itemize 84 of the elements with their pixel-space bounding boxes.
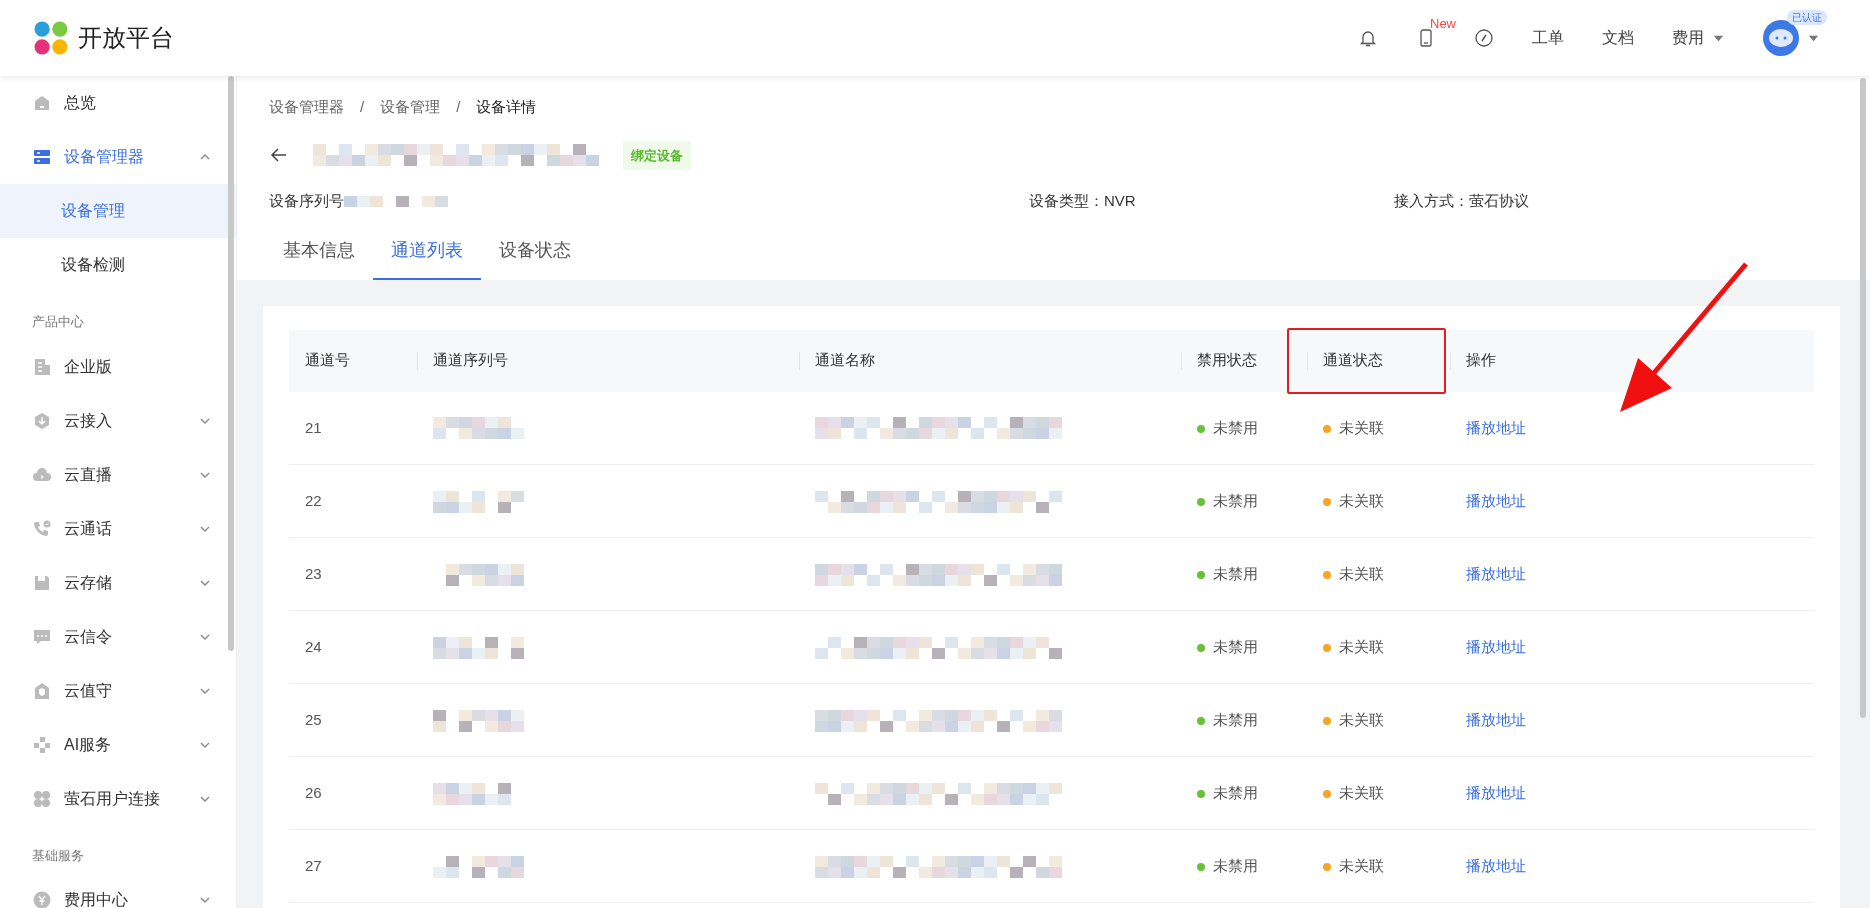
- table-cell: 24: [289, 610, 417, 684]
- sidebar-item[interactable]: 萤石用户连接: [0, 771, 236, 826]
- shield-icon: [32, 680, 52, 701]
- disable-status: 未禁用: [1213, 564, 1258, 582]
- column-header: 通道状态: [1307, 329, 1450, 392]
- breadcrumb-separator: /: [456, 97, 461, 117]
- field-value: NVR: [1104, 191, 1136, 211]
- server-icon: [32, 147, 52, 167]
- breadcrumb-item[interactable]: 设备管理: [380, 96, 441, 119]
- sidebar-item[interactable]: 费用中心: [0, 873, 236, 908]
- table-cell: 23: [289, 537, 417, 611]
- play-url-link[interactable]: 播放地址: [1466, 856, 1526, 874]
- sidebar-item[interactable]: 总览: [0, 76, 236, 130]
- download-icon: [32, 410, 52, 431]
- sidebar-subitem[interactable]: 设备管理: [0, 184, 236, 238]
- channel-status: 未关联: [1339, 418, 1384, 436]
- channel-status: 未关联: [1339, 856, 1384, 874]
- channel-status: 未关联: [1339, 710, 1384, 728]
- column-header: 通道名称: [799, 329, 1181, 392]
- new-label: New: [1430, 15, 1456, 33]
- yen-icon: [32, 890, 52, 908]
- table-cell: 27: [289, 829, 417, 903]
- scrollbar[interactable]: [228, 76, 234, 651]
- verified-badge: 已认证: [1787, 10, 1827, 25]
- avatar-icon[interactable]: [1763, 20, 1799, 56]
- section-label: 产品中心: [31, 313, 85, 331]
- channel-status: 未关联: [1339, 564, 1384, 582]
- blocks-icon: [32, 734, 52, 755]
- status-tag: 绑定设备: [623, 140, 691, 170]
- sidebar-item[interactable]: AI服务: [0, 717, 236, 772]
- clover-icon: [32, 788, 52, 809]
- nav-link[interactable]: 文档: [1602, 26, 1634, 50]
- column-header: 通道序列号: [417, 329, 799, 392]
- bell-icon[interactable]: [1358, 28, 1378, 48]
- sidebar-item[interactable]: 云存储: [0, 555, 236, 610]
- scrollbar[interactable]: [1860, 78, 1866, 718]
- sidebar-item[interactable]: 云接入: [0, 393, 236, 448]
- tab[interactable]: 设备状态: [481, 226, 589, 280]
- channel-status: 未关联: [1339, 491, 1384, 509]
- tab[interactable]: 通道列表: [373, 226, 481, 280]
- disable-status: 未禁用: [1213, 710, 1258, 728]
- play-url-link[interactable]: 播放地址: [1466, 491, 1526, 509]
- table-cell: 22: [289, 464, 417, 538]
- play-url-link[interactable]: 播放地址: [1466, 783, 1526, 801]
- disable-status: 未禁用: [1213, 637, 1258, 655]
- play-url-link[interactable]: 播放地址: [1466, 564, 1526, 582]
- phone-check-icon: [32, 518, 52, 539]
- play-url-link[interactable]: 播放地址: [1466, 637, 1526, 655]
- column-header: 禁用状态: [1181, 329, 1307, 392]
- table-cell: 26: [289, 756, 417, 830]
- tab[interactable]: 基本信息: [265, 226, 373, 280]
- sidebar-item[interactable]: 设备管理器: [0, 130, 236, 184]
- field-value: 萤石协议: [1469, 191, 1529, 211]
- field-label: 设备序列号: [269, 191, 344, 211]
- logo-icon: [32, 19, 70, 57]
- sidebar-subitem[interactable]: 设备检测: [0, 238, 236, 292]
- table-cell: 21: [289, 391, 417, 465]
- building-icon: [32, 356, 52, 377]
- field-label: 接入方式：: [1394, 191, 1469, 211]
- nav-link[interactable]: 费用: [1672, 26, 1725, 50]
- breadcrumb-separator: /: [360, 97, 365, 117]
- disable-status: 未禁用: [1213, 418, 1258, 436]
- sidebar-item[interactable]: 企业版: [0, 339, 236, 394]
- field-label: 设备类型：: [1029, 191, 1104, 211]
- brand-name: 开放平台: [78, 23, 174, 53]
- nav-link[interactable]: 工单: [1532, 26, 1564, 50]
- play-url-link[interactable]: 播放地址: [1466, 710, 1526, 728]
- table-cell: 25: [289, 683, 417, 757]
- column-header: 操作: [1450, 329, 1814, 392]
- disable-status: 未禁用: [1213, 783, 1258, 801]
- breadcrumb-item[interactable]: 设备管理器: [269, 96, 344, 119]
- channel-status: 未关联: [1339, 783, 1384, 801]
- breadcrumb-item: 设备详情: [476, 97, 537, 117]
- section-label: 基础服务: [31, 846, 85, 865]
- disable-status: 未禁用: [1213, 856, 1258, 874]
- sidebar-item[interactable]: 云直播: [0, 447, 236, 502]
- sidebar-item[interactable]: 云通话: [0, 501, 236, 556]
- sidebar-item[interactable]: 云值守: [0, 663, 236, 718]
- channel-status: 未关联: [1339, 637, 1384, 655]
- column-header: 通道号: [289, 329, 417, 392]
- play-url-link[interactable]: 播放地址: [1466, 418, 1526, 436]
- sidebar-item[interactable]: 云信令: [0, 609, 236, 664]
- home-icon: [32, 93, 52, 113]
- disable-status: 未禁用: [1213, 491, 1258, 509]
